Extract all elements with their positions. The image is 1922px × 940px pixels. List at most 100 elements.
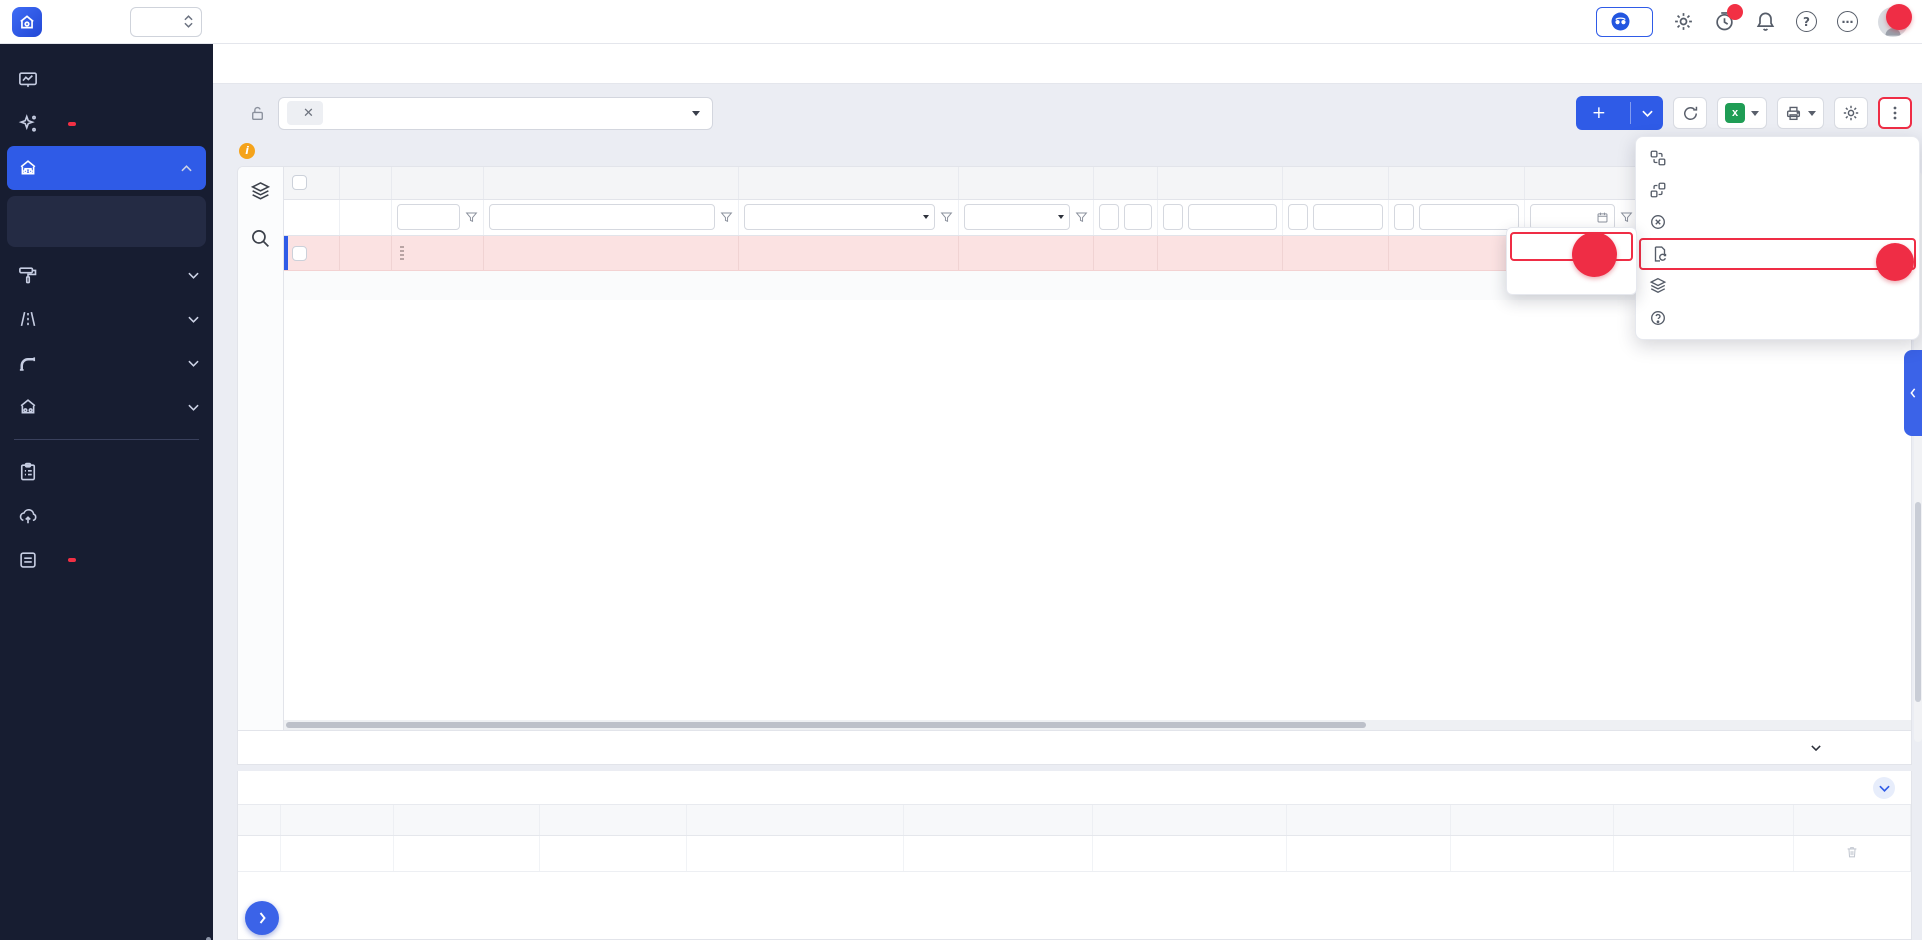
col-qty[interactable] [1093,167,1157,199]
more-actions-button[interactable] [1878,97,1912,129]
dcol-actions [1793,805,1910,835]
filter-code [391,199,483,235]
code-filter-input[interactable] [397,204,460,230]
history-icon[interactable] [1714,11,1735,32]
funnel-icon[interactable] [720,211,733,224]
add-asset-dropdown[interactable] [1631,96,1663,130]
calendar-icon[interactable] [1596,211,1609,224]
menu-item-change-source[interactable] [1636,174,1919,206]
layers-icon[interactable] [250,181,271,202]
col-code[interactable] [391,167,483,199]
new-badge [68,122,76,126]
col-name[interactable] [483,167,738,199]
horizontal-scrollbar[interactable] [284,720,1911,730]
col-date[interactable] [1524,167,1638,199]
funnel-icon[interactable] [940,211,953,224]
page-number[interactable] [1875,740,1881,755]
submenu-item-cancel-update[interactable] [1507,261,1636,290]
funnel-icon[interactable] [1075,211,1088,224]
detail-row [238,835,1911,871]
funnel-icon[interactable] [1620,211,1633,224]
data-year-spinner[interactable] [130,7,202,37]
menu-item-convert-ccdc[interactable] [1636,142,1919,174]
drag-handle[interactable] [400,246,404,260]
search-icon[interactable] [250,228,271,249]
sidebar-item-infra-water[interactable] [0,341,213,385]
equals-operator[interactable] [1288,204,1308,230]
col-remain[interactable] [1388,167,1524,199]
sidebar-item-cut-off[interactable] [0,538,213,582]
sidebar-item-ai-assistant[interactable] [0,102,213,146]
detail-collapse-button[interactable] [1873,777,1895,799]
qty-filter-input[interactable] [1124,204,1152,230]
sidebar-item-sync-csdl-tsc[interactable] [0,494,213,538]
lock-icon[interactable] [249,105,266,122]
dept-filter-select[interactable] [964,204,1070,230]
drow-actions [1793,835,1910,871]
sidebar-item-assets[interactable] [7,146,206,190]
add-asset-button[interactable]: + [1576,96,1663,130]
col-cost[interactable] [1157,167,1282,199]
row-stt [339,235,391,270]
misa-logo-icon[interactable] [12,7,42,37]
menu-item-cancel-batch[interactable] [1636,206,1919,238]
filter-cost [1157,199,1282,235]
sidebar-item-infra-road[interactable] [0,297,213,341]
total-qty [1093,270,1157,300]
sidebar-item-overview[interactable] [0,58,213,102]
right-panel-handle[interactable] [1904,350,1922,436]
menu-item-help[interactable] [1636,302,1919,334]
type-filter-select[interactable] [744,204,935,230]
dcol-cost [903,805,1093,835]
detail-header-row [238,805,1911,835]
depr-filter-input[interactable] [1313,204,1383,230]
sidebar-item-settlement-support[interactable] [0,450,213,494]
menu-item-bulk-change-type[interactable] [1636,270,1919,302]
cost-filter-input[interactable] [1188,204,1277,230]
col-stt[interactable] [339,167,391,199]
toolbar: + x [1576,96,1912,130]
per-page-select[interactable] [1805,745,1821,751]
funnel-icon[interactable] [465,211,478,224]
dcol-remain [1614,805,1794,835]
col-type[interactable] [738,167,958,199]
pipe-icon [18,353,38,373]
trash-icon[interactable] [1845,845,1859,859]
grid-settings-button[interactable] [1834,97,1868,129]
notifications-icon[interactable] [1755,11,1776,32]
document-link[interactable] [280,835,393,871]
title-row: ✕ + x [237,84,1912,136]
help-icon[interactable]: ? [1796,11,1817,32]
more-actions-menu [1635,136,1920,340]
chip-remove-icon[interactable]: ✕ [303,106,314,121]
status-filter-chip[interactable]: ✕ [287,101,323,125]
equals-operator[interactable] [1099,204,1119,230]
refresh-button[interactable] [1673,97,1707,129]
sidebar-item-established-assets[interactable] [0,385,213,429]
info-icon: i [239,143,255,159]
export-excel-button[interactable]: x [1717,97,1767,129]
sidebar-subitem[interactable] [7,200,206,243]
more-options-icon[interactable]: ⋯ [1837,11,1858,32]
expert-icon [1611,12,1630,31]
name-filter-input[interactable] [489,204,715,230]
drow-doc-date [393,835,539,871]
vscroll-thumb[interactable] [1915,502,1921,702]
hscroll-thumb[interactable] [286,722,1366,728]
equals-operator[interactable] [1163,204,1183,230]
row-checkbox[interactable] [292,246,307,261]
col-depr[interactable] [1282,167,1388,199]
year-spinner-arrows[interactable] [184,15,193,28]
menu-item-update-asset-type[interactable] [1639,238,1916,270]
expand-panel-button[interactable] [245,901,279,935]
sparkle-icon [18,114,38,134]
equals-operator[interactable] [1394,204,1414,230]
col-dept[interactable] [958,167,1093,199]
status-filter-dropdown[interactable]: ✕ [278,97,713,130]
select-all-checkbox[interactable] [292,175,307,190]
expert-check-button[interactable] [1596,7,1653,37]
print-button[interactable] [1777,97,1824,129]
settings-icon[interactable] [1673,11,1694,32]
sidebar-item-tools-supplies[interactable] [0,253,213,297]
remain-filter-input[interactable] [1419,204,1519,230]
